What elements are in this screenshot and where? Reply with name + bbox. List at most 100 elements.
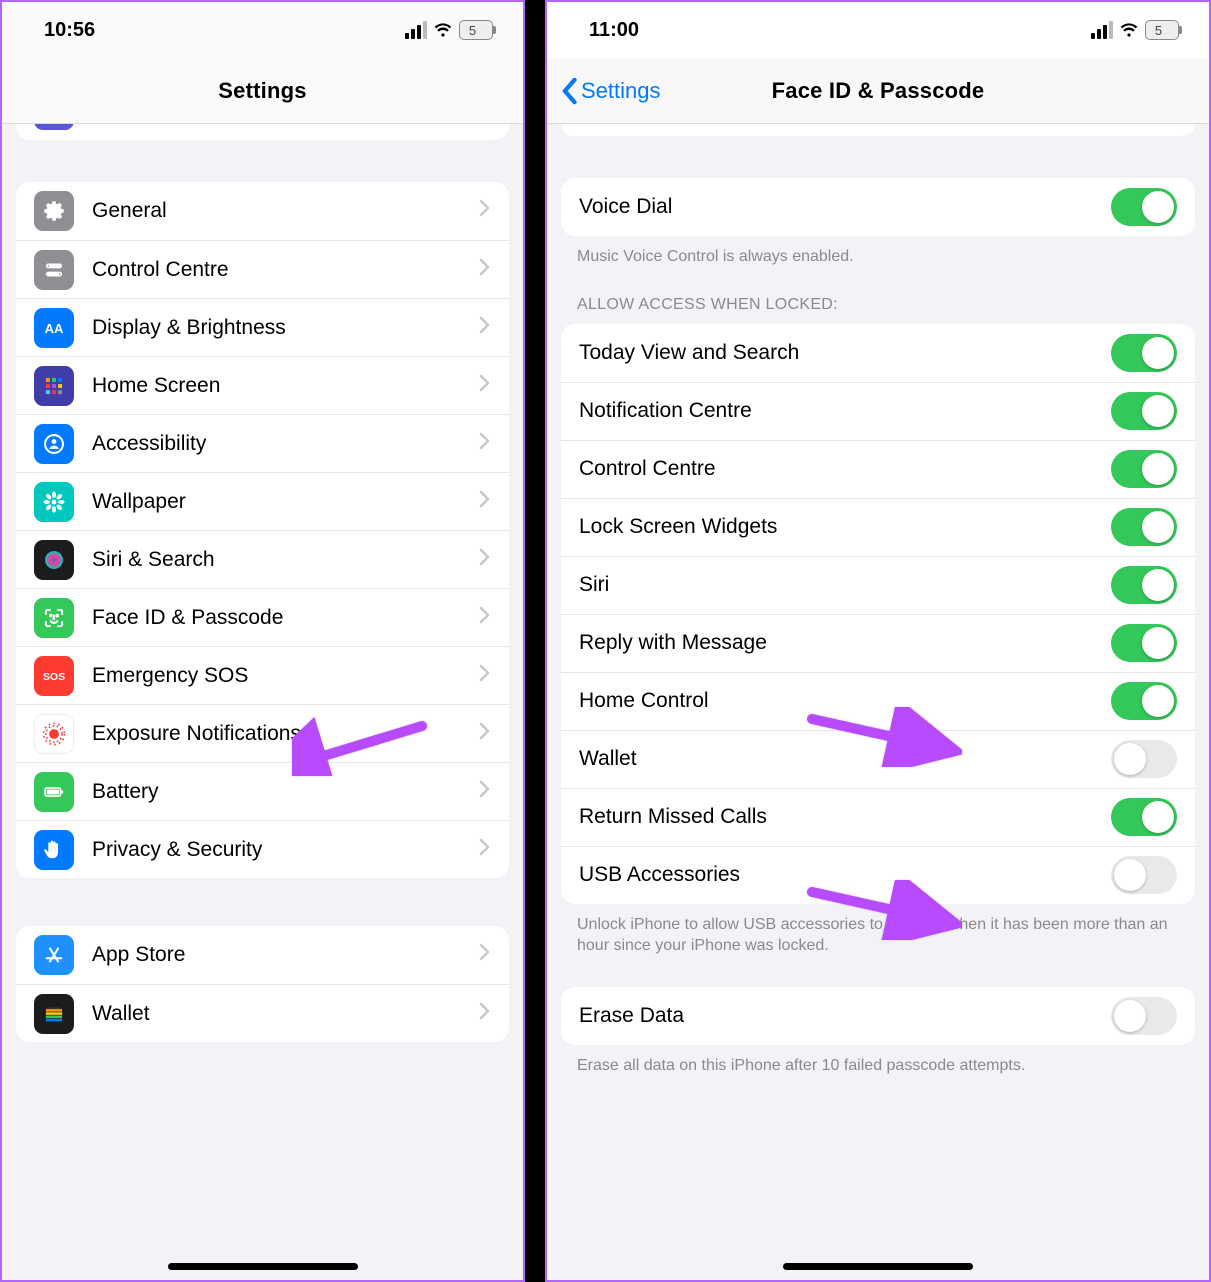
back-label: Settings bbox=[581, 78, 661, 104]
chevron-right-icon bbox=[479, 374, 491, 398]
faceid-scroll[interactable]: Voice Dial Music Voice Control is always… bbox=[547, 124, 1209, 1280]
wifi-icon bbox=[433, 20, 453, 40]
row-label: USB Accessories bbox=[579, 863, 1111, 887]
chevron-right-icon bbox=[479, 258, 491, 282]
toggles-icon bbox=[34, 250, 74, 290]
row-label: Erase Data bbox=[579, 1004, 1111, 1028]
group-allow-when-locked: Today View and Search Notification Centre… bbox=[561, 324, 1195, 904]
settings-row-wallpaper[interactable]: Wallpaper bbox=[16, 472, 509, 530]
chevron-right-icon bbox=[479, 606, 491, 630]
settings-row-privacy[interactable]: Privacy & Security bbox=[16, 820, 509, 878]
row-label: Privacy & Security bbox=[92, 838, 479, 862]
row-cc[interactable]: Control Centre bbox=[561, 440, 1195, 498]
toggle-missed[interactable] bbox=[1111, 798, 1177, 836]
row-label: Reply with Message bbox=[579, 631, 1111, 655]
toggle-notif[interactable] bbox=[1111, 392, 1177, 430]
toggle-siri[interactable] bbox=[1111, 566, 1177, 604]
home-indicator bbox=[783, 1263, 973, 1270]
chevron-right-icon bbox=[479, 548, 491, 572]
row-reply[interactable]: Reply with Message bbox=[561, 614, 1195, 672]
toggle-cc[interactable] bbox=[1111, 450, 1177, 488]
faceid-icon bbox=[34, 598, 74, 638]
battery-icon: 5 bbox=[1145, 20, 1179, 40]
toggle-widgets[interactable] bbox=[1111, 508, 1177, 546]
group-erase: Erase Data bbox=[561, 987, 1195, 1045]
toggle-erase[interactable] bbox=[1111, 997, 1177, 1035]
toggle-reply[interactable] bbox=[1111, 624, 1177, 662]
row-label: Wallpaper bbox=[92, 490, 479, 514]
row-label: Control Centre bbox=[92, 258, 479, 282]
svg-text:SOS: SOS bbox=[43, 671, 65, 683]
exposure-icon bbox=[34, 714, 74, 754]
signal-icon bbox=[405, 21, 427, 39]
settings-row-home-screen[interactable]: Home Screen bbox=[16, 356, 509, 414]
status-bar: 11:00 5 bbox=[547, 2, 1209, 58]
row-homecontrol[interactable]: Home Control bbox=[561, 672, 1195, 730]
row-label: Home Control bbox=[579, 689, 1111, 713]
settings-row-display[interactable]: AA Display & Brightness bbox=[16, 298, 509, 356]
row-erase-data[interactable]: Erase Data bbox=[561, 987, 1195, 1045]
settings-row-appstore[interactable]: App Store bbox=[16, 926, 509, 984]
row-label: Home Screen bbox=[92, 374, 479, 398]
phone-settings: 10:56 5 Settings General Control Centre AA… bbox=[0, 0, 525, 1282]
settings-row-sos[interactable]: SOSEmergency SOS bbox=[16, 646, 509, 704]
previous-group-stub bbox=[561, 124, 1195, 136]
row-label: Lock Screen Widgets bbox=[579, 515, 1111, 539]
toggle-usb[interactable] bbox=[1111, 856, 1177, 894]
group-voice-dial: Voice Dial bbox=[561, 178, 1195, 236]
chevron-right-icon bbox=[479, 316, 491, 340]
row-missed[interactable]: Return Missed Calls bbox=[561, 788, 1195, 846]
settings-row-accessibility[interactable]: Accessibility bbox=[16, 414, 509, 472]
settings-row-faceid[interactable]: Face ID & Passcode bbox=[16, 588, 509, 646]
toggle-homecontrol[interactable] bbox=[1111, 682, 1177, 720]
settings-row-siri[interactable]: Siri & Search bbox=[16, 530, 509, 588]
settings-group-main: General Control Centre AA Display & Brightn… bbox=[16, 182, 509, 878]
status-bar: 10:56 5 bbox=[2, 2, 523, 58]
row-label: Exposure Notifications bbox=[92, 722, 479, 746]
row-label: Siri & Search bbox=[92, 548, 479, 572]
settings-row-battery[interactable]: Battery bbox=[16, 762, 509, 820]
hand-icon bbox=[34, 830, 74, 870]
nav-bar: Settings bbox=[2, 58, 523, 124]
row-label: Wallet bbox=[92, 1002, 479, 1026]
signal-icon bbox=[1091, 21, 1113, 39]
row-notif[interactable]: Notification Centre bbox=[561, 382, 1195, 440]
chevron-right-icon bbox=[479, 1002, 491, 1026]
row-usb[interactable]: USB Accessories bbox=[561, 846, 1195, 904]
sos-icon: SOS bbox=[34, 656, 74, 696]
settings-row-control-centre[interactable]: Control Centre bbox=[16, 240, 509, 298]
row-label: Siri bbox=[579, 573, 1111, 597]
section-header-locked: ALLOW ACCESS WHEN LOCKED: bbox=[547, 268, 1209, 324]
aa-icon: AA bbox=[34, 308, 74, 348]
toggle-today[interactable] bbox=[1111, 334, 1177, 372]
row-siri[interactable]: Siri bbox=[561, 556, 1195, 614]
toggle-voice-dial[interactable] bbox=[1111, 188, 1177, 226]
status-time: 11:00 bbox=[589, 19, 639, 42]
settings-scroll[interactable]: General Control Centre AA Display & Brightn… bbox=[2, 124, 523, 1280]
toggle-wallet[interactable] bbox=[1111, 740, 1177, 778]
chevron-right-icon bbox=[479, 943, 491, 967]
siri-icon bbox=[34, 540, 74, 580]
row-label: Display & Brightness bbox=[92, 316, 479, 340]
settings-row-general[interactable]: General bbox=[16, 182, 509, 240]
chevron-right-icon bbox=[479, 199, 491, 223]
row-widgets[interactable]: Lock Screen Widgets bbox=[561, 498, 1195, 556]
wifi-icon bbox=[1119, 20, 1139, 40]
row-label: Return Missed Calls bbox=[579, 805, 1111, 829]
page-title: Settings bbox=[218, 78, 306, 104]
person-icon bbox=[34, 424, 74, 464]
battery-icon bbox=[34, 772, 74, 812]
row-wallet[interactable]: Wallet bbox=[561, 730, 1195, 788]
row-label: Today View and Search bbox=[579, 341, 1111, 365]
phone-faceid: 11:00 5 Settings Face ID & Passcode Voic… bbox=[545, 0, 1211, 1282]
row-today[interactable]: Today View and Search bbox=[561, 324, 1195, 382]
usb-footer: Unlock iPhone to allow USB accessories t… bbox=[547, 904, 1209, 957]
back-button[interactable]: Settings bbox=[559, 58, 661, 123]
row-voice-dial[interactable]: Voice Dial bbox=[561, 178, 1195, 236]
row-label: Accessibility bbox=[92, 432, 479, 456]
settings-row-wallet[interactable]: Wallet bbox=[16, 984, 509, 1042]
status-time: 10:56 bbox=[44, 19, 95, 42]
appstore-icon bbox=[34, 935, 74, 975]
settings-row-exposure[interactable]: Exposure Notifications bbox=[16, 704, 509, 762]
row-label: Voice Dial bbox=[579, 195, 1111, 219]
